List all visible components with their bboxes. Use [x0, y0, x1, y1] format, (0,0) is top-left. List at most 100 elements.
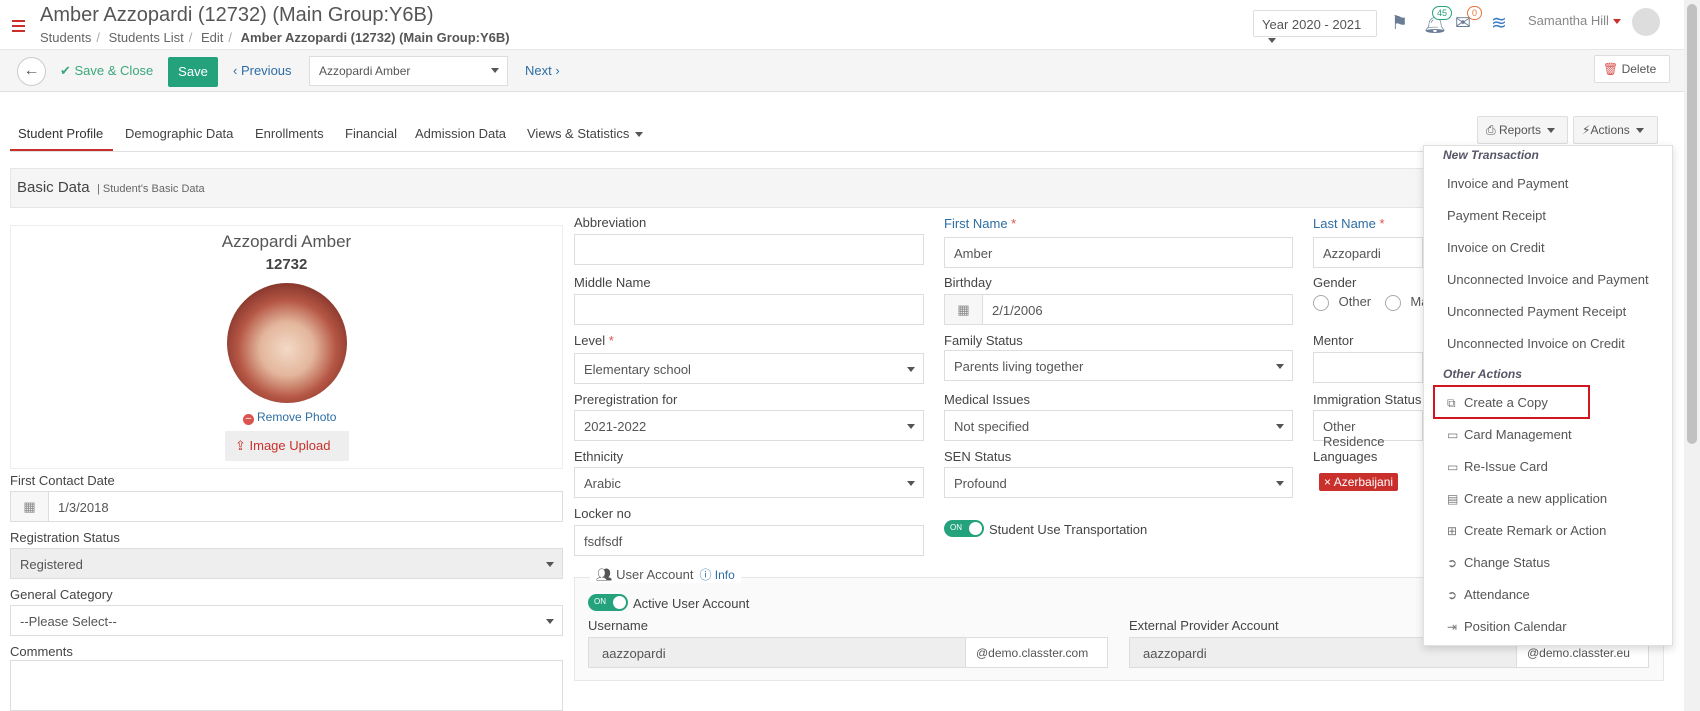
avatar[interactable] [1632, 8, 1660, 36]
username-value: aazzopardi [602, 646, 666, 661]
level-label: Level * [574, 333, 614, 348]
locker-input[interactable]: fsdfsdf [574, 525, 924, 556]
messages-badge: 0 [1467, 6, 1483, 20]
calendar-icon[interactable]: ▦ [11, 492, 49, 521]
abbreviation-input[interactable] [574, 234, 924, 265]
ethnicity-select[interactable]: Arabic [574, 467, 924, 498]
chevron-down-icon [1546, 128, 1555, 134]
menu-item-unconnected-invoice-credit[interactable]: Unconnected Invoice on Credit [1447, 336, 1625, 351]
locker-value: fsdfsdf [584, 534, 623, 549]
language-tag[interactable]: × Azerbaijani [1319, 473, 1399, 491]
section-subtitle: | Student's Basic Data [97, 183, 205, 195]
reports-button[interactable]: ⎙ Reports [1477, 116, 1568, 144]
tab-financial[interactable]: Financial [345, 126, 397, 141]
chevron-down-icon [635, 132, 644, 138]
scrollbar-thumb[interactable] [1687, 4, 1697, 444]
hamburger-menu-icon[interactable] [12, 20, 25, 32]
menu-item-invoice-and-payment[interactable]: Invoice and Payment [1447, 176, 1568, 191]
year-select[interactable]: Year 2020 - 2021 [1253, 10, 1377, 44]
printer-icon: ⎙ [1486, 123, 1499, 137]
medical-issues-select[interactable]: Not specified [944, 410, 1293, 441]
language-tag-label: Azerbaijani [1333, 475, 1394, 489]
breadcrumb-students-list[interactable]: Students List [109, 30, 184, 45]
user-menu[interactable]: Samantha Hill [1528, 13, 1621, 28]
active-account-toggle[interactable]: ON [588, 594, 628, 611]
last-name-input[interactable]: Azzopardi [1313, 237, 1423, 268]
menu-item-change-status[interactable]: ➲ Change Status [1447, 555, 1550, 570]
info-link[interactable]: ⓘ Info [699, 568, 734, 582]
chevron-down-icon [1268, 38, 1276, 44]
chevron-down-icon [546, 562, 554, 567]
last-name-value: Azzopardi [1323, 246, 1381, 261]
family-status-select[interactable]: Parents living together [944, 350, 1293, 381]
menu-item-unconnected-payment-receipt[interactable]: Unconnected Payment Receipt [1447, 304, 1626, 319]
transport-label: Student Use Transportation [989, 522, 1148, 537]
birthday-field[interactable]: ▦ 2/1/2006 [944, 294, 1293, 325]
transport-toggle[interactable]: ON [944, 520, 984, 537]
username-label: Username [588, 618, 648, 633]
tab-demographic-data[interactable]: Demographic Data [125, 126, 233, 141]
calendar-icon[interactable]: ▦ [945, 295, 983, 324]
medical-issues-label: Medical Issues [944, 392, 1030, 407]
menu-item-create-remark[interactable]: ⊞ Create Remark or Action [1447, 523, 1606, 538]
first-name-input[interactable]: Amber [944, 237, 1293, 268]
next-button[interactable]: Next › [525, 63, 560, 78]
menu-item-attendance[interactable]: ➲ Attendance [1447, 587, 1530, 602]
breadcrumb-edit[interactable]: Edit [201, 30, 223, 45]
last-name-label: Last Name * [1313, 216, 1385, 231]
first-contact-value: 1/3/2018 [58, 500, 109, 515]
id-card-icon: ▭ [1447, 460, 1459, 474]
menu-item-new-application[interactable]: ▤ Create a new application [1447, 491, 1607, 506]
info-icon: ⓘ [699, 568, 715, 582]
back-button[interactable]: ← [17, 57, 46, 86]
tab-student-profile[interactable]: Student Profile [18, 126, 103, 141]
actions-button[interactable]: ⚡︎Actions [1573, 116, 1658, 144]
envelope-icon[interactable]: ✉ 0 [1455, 6, 1483, 35]
preregistration-select[interactable]: 2021-2022 [574, 410, 924, 441]
menu-item-position-calendar[interactable]: ⇥ Position Calendar [1447, 619, 1567, 634]
menu-item-payment-receipt[interactable]: Payment Receipt [1447, 208, 1546, 223]
sen-status-select[interactable]: Profound [944, 467, 1293, 498]
delete-button[interactable]: 🗑︎ Delete [1594, 55, 1670, 83]
remove-photo-link[interactable]: – Remove Photo [243, 410, 336, 425]
immigration-select[interactable]: Other Residence [1313, 410, 1423, 449]
breadcrumb-students[interactable]: Students [40, 30, 91, 45]
registration-status-value: Registered [20, 557, 83, 572]
previous-button[interactable]: ‹ Previous [233, 63, 292, 78]
preregistration-label: Preregistration for [574, 392, 678, 407]
menu-item-reissue-card[interactable]: ▭ Re-Issue Card [1447, 459, 1548, 474]
middle-name-input[interactable] [574, 294, 924, 325]
tab-views-statistics[interactable]: Views & Statistics [527, 126, 644, 141]
tab-enrollments[interactable]: Enrollments [255, 126, 324, 141]
next-label: Next [525, 63, 552, 78]
middle-name-label: Middle Name [574, 275, 651, 290]
tab-admission-data[interactable]: Admission Data [415, 126, 506, 141]
minus-circle-icon: – [243, 414, 254, 425]
general-category-select[interactable]: --Please Select-- [10, 605, 563, 636]
mentor-select[interactable] [1313, 352, 1423, 383]
menu-item-unconnected-invoice-payment[interactable]: Unconnected Invoice and Payment [1447, 272, 1649, 287]
gender-male-radio[interactable] [1384, 294, 1401, 311]
basic-data-header [10, 168, 1664, 208]
save-button[interactable]: Save [168, 57, 218, 87]
student-name: Azzopardi Amber [221, 232, 352, 251]
username-input[interactable]: aazzopardi @demo.classter.com [588, 637, 1108, 668]
menu-item-card-management[interactable]: ▭ Card Management [1447, 427, 1572, 442]
section-title: Basic Data [17, 179, 90, 196]
bell-icon[interactable]: 🔔︎ 45 [1423, 6, 1453, 36]
student-select[interactable]: Azzopardi Amber [309, 56, 508, 86]
menu-item-invoice-on-credit[interactable]: Invoice on Credit [1447, 240, 1545, 255]
remove-tag-icon[interactable]: × [1324, 475, 1334, 489]
chevron-down-icon [491, 68, 499, 73]
gender-other-radio[interactable] [1313, 294, 1329, 311]
student-photo [227, 283, 347, 403]
comments-textarea[interactable] [10, 660, 563, 711]
layers-icon[interactable]: ≋ [1491, 12, 1507, 35]
flag-icon[interactable]: ⚑ [1391, 12, 1408, 35]
level-select[interactable]: Elementary school [574, 353, 924, 384]
image-upload-button[interactable]: ⇪ Image Upload [225, 431, 349, 461]
first-contact-field[interactable]: ▦ 1/3/2018 [10, 491, 563, 522]
registration-status-select[interactable]: Registered [10, 548, 563, 579]
save-close-button[interactable]: ✔ Save & Close [60, 63, 153, 79]
sen-status-value: Profound [954, 476, 1007, 491]
